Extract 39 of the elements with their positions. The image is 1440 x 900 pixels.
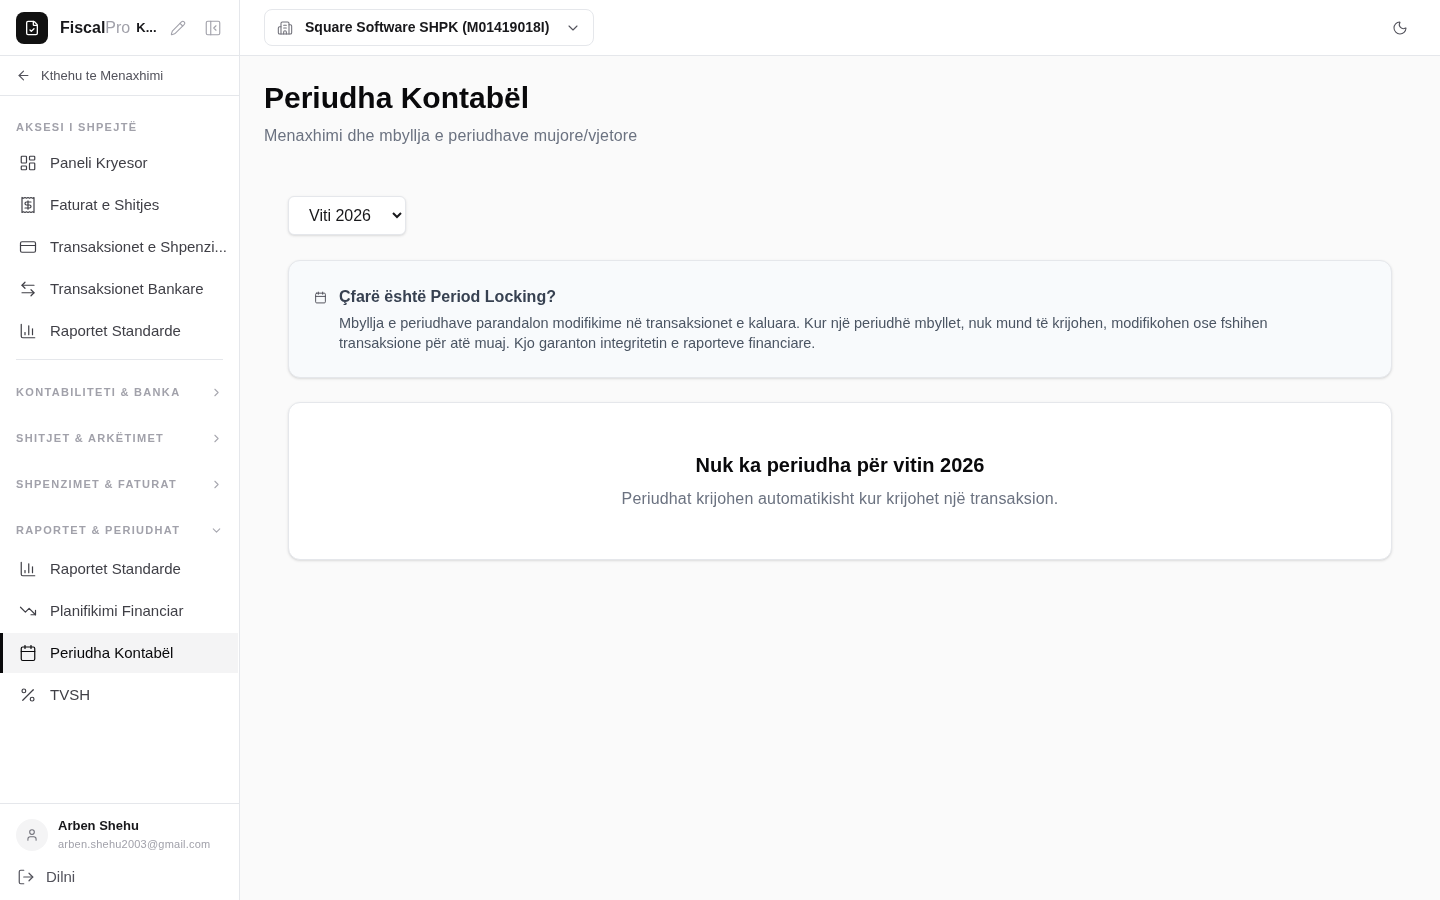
page-title: Periudha Kontabël — [264, 80, 530, 116]
calendar-icon — [314, 291, 327, 304]
avatar-icon — [16, 819, 48, 851]
sidebar-item[interactable]: Periudha Kontabël — [0, 633, 238, 673]
info-text: Mbyllja e periudhave parandalon modifikime në transaksionet e kaluara. Kur një periudhë mbyllet, nuk mund të krijohen, modifikohen ose fshihen transaksione për atë muaj. Kjo garanton integritetin e raporteve financiare. — [339, 314, 1269, 353]
moon-icon — [1392, 19, 1408, 36]
section-title: AKSESI I SHPEJTË — [15, 120, 139, 135]
info-title: Çfarë është Period Locking? — [339, 287, 556, 307]
brand-name: FiscalPro — [60, 17, 131, 38]
user-name: Arben Shehu — [58, 817, 140, 835]
logo-icon — [16, 11, 48, 44]
card-icon — [19, 238, 37, 256]
user-email: arben.shehu2003@gmail.com — [58, 837, 211, 852]
logout-button[interactable]: Dilni — [16, 864, 76, 890]
logout-icon — [17, 868, 35, 886]
year-select[interactable]: Viti 2026 — [288, 196, 406, 235]
empty-state-title: Nuk ka periudha për vitin 2026 — [695, 453, 985, 478]
back-link[interactable]: Kthehu te Menaxhimi — [16, 65, 164, 86]
empty-state-text: Periudhat krijohen automatikisht kur krijohet një transaksion. — [621, 489, 1059, 509]
receipt-icon — [19, 196, 37, 214]
sidebar-item[interactable]: Raportet Standarde — [0, 311, 238, 351]
sidebar-item[interactable]: TVSH — [0, 675, 238, 715]
company-name: K... — [136, 18, 157, 37]
sidebar-item[interactable]: Paneli Kryesor — [0, 143, 238, 183]
dashboard-icon — [19, 154, 37, 172]
bar-chart-icon — [19, 322, 37, 340]
page-subtitle: Menaxhimi dhe mbyllja e periudhave mujore/vjetore — [264, 126, 638, 146]
company-selector[interactable]: Square Software SHPK (M01419018I) — [264, 9, 595, 46]
pencil-icon — [170, 19, 186, 36]
sidebar-item[interactable]: Transaksionet e Shpenzi... — [0, 227, 238, 267]
arrows-icon — [19, 280, 37, 298]
sidebar-item[interactable]: Planifikimi Financiar — [0, 591, 238, 631]
bar-chart-icon — [19, 560, 37, 578]
building-icon — [277, 19, 293, 36]
percent-icon — [19, 686, 37, 704]
calendar-icon — [19, 644, 37, 662]
panel-left-icon — [204, 18, 222, 37]
sidebar-item[interactable]: Transaksionet Bankare — [0, 269, 238, 309]
sidebar-item[interactable]: Faturat e Shitjes — [0, 185, 238, 225]
